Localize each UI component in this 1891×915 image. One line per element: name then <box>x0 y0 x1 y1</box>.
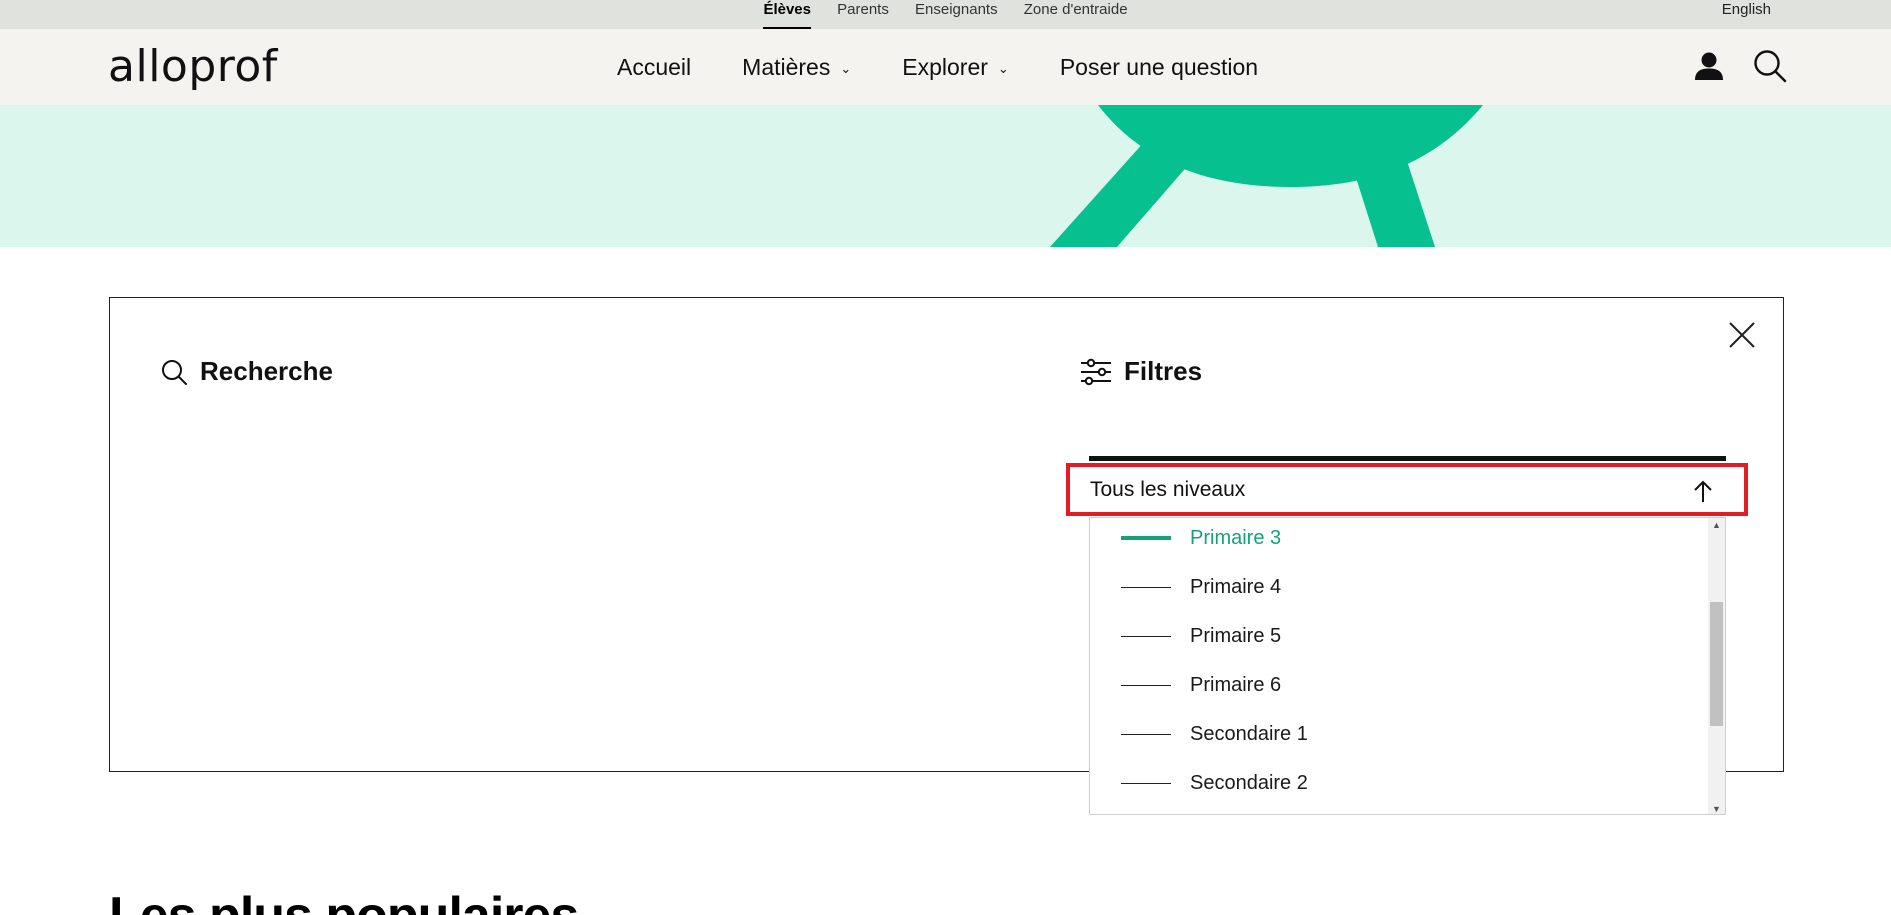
audience-bar: Élèves Parents Enseignants Zone d'entrai… <box>0 0 1891 29</box>
option-label: Secondaire 1 <box>1190 722 1308 745</box>
option-marker <box>1121 733 1171 735</box>
option-label: Primaire 4 <box>1190 575 1282 598</box>
level-option-secondaire-2[interactable]: Secondaire 2 <box>1090 763 1710 803</box>
site-logo[interactable]: alloprof <box>108 45 278 89</box>
hero-illustration <box>1050 105 1483 247</box>
user-icon[interactable] <box>1693 50 1725 87</box>
option-marker <box>1121 684 1171 686</box>
nav-item-label: Poser une question <box>1059 53 1259 80</box>
level-select-value: Tous les niveaux <box>1090 477 1246 501</box>
audience-link-eleves[interactable]: Élèves <box>763 0 811 29</box>
nav-item-accueil[interactable]: Accueil <box>617 54 691 81</box>
nav-item-label: Accueil <box>617 53 692 80</box>
scrollbar-thumb[interactable] <box>1710 602 1723 726</box>
search-icon <box>162 359 187 385</box>
option-label: Secondaire 2 <box>1190 771 1308 794</box>
level-option-primaire-5[interactable]: Primaire 5 <box>1090 616 1710 656</box>
close-button[interactable] <box>1727 320 1757 350</box>
nav-item-matieres[interactable]: Matières ⌄ <box>742 54 851 81</box>
filter-title-label: Filtres <box>1124 356 1203 386</box>
option-label: Primaire 3 <box>1190 526 1282 549</box>
nav-item-poser-question[interactable]: Poser une question <box>1060 54 1258 81</box>
audience-links: Élèves Parents Enseignants Zone d'entrai… <box>0 0 1891 29</box>
sliders-icon <box>1081 358 1111 385</box>
main-nav: Accueil Matières ⌄ Explorer ⌄ Poser une … <box>617 29 1309 105</box>
popular-section-heading: Les plus populaires <box>109 886 579 915</box>
level-option-secondaire-1[interactable]: Secondaire 1 <box>1090 714 1710 754</box>
audience-link-zone-entraide[interactable]: Zone d'entraide <box>1024 0 1128 29</box>
search-icon[interactable] <box>1753 49 1787 88</box>
nav-item-label: Explorer <box>902 53 988 80</box>
scroll-up-icon[interactable]: ▲ <box>1708 518 1725 532</box>
chevron-down-icon: ⌄ <box>840 61 852 76</box>
hero-banner <box>0 105 1891 247</box>
language-switch[interactable]: English <box>1722 0 1771 20</box>
option-marker <box>1121 586 1171 588</box>
option-label: Primaire 5 <box>1190 624 1282 647</box>
filter-divider <box>1089 456 1726 461</box>
level-select[interactable]: Tous les niveaux <box>1066 463 1748 516</box>
search-section-title: Recherche <box>160 356 333 387</box>
level-option-primaire-3[interactable]: Primaire 3 <box>1090 518 1710 558</box>
scroll-down-icon[interactable]: ▼ <box>1708 802 1725 814</box>
audience-link-enseignants[interactable]: Enseignants <box>915 0 998 29</box>
level-option-primaire-4[interactable]: Primaire 4 <box>1090 567 1710 607</box>
nav-item-explorer[interactable]: Explorer ⌄ <box>902 54 1009 81</box>
arrow-up-icon <box>1692 479 1714 509</box>
option-marker <box>1121 782 1171 784</box>
chevron-down-icon: ⌄ <box>997 61 1009 76</box>
audience-link-parents[interactable]: Parents <box>837 0 889 29</box>
option-label: Primaire 6 <box>1190 673 1282 696</box>
nav-item-label: Matières <box>742 53 831 80</box>
main-header: alloprof Accueil Matières ⌄ Explorer ⌄ P… <box>0 29 1891 105</box>
close-icon <box>1729 322 1755 348</box>
level-option-primaire-6[interactable]: Primaire 6 <box>1090 665 1710 705</box>
header-actions <box>1693 49 1787 88</box>
option-marker <box>1121 536 1171 540</box>
filter-section-title: Filtres <box>1080 356 1202 387</box>
option-marker <box>1121 635 1171 637</box>
dropdown-scrollbar[interactable]: ▲ ▼ <box>1708 518 1725 814</box>
search-title-label: Recherche <box>200 356 333 386</box>
level-dropdown-list[interactable]: Primaire 3 Primaire 4 Primaire 5 Primair… <box>1089 517 1726 815</box>
